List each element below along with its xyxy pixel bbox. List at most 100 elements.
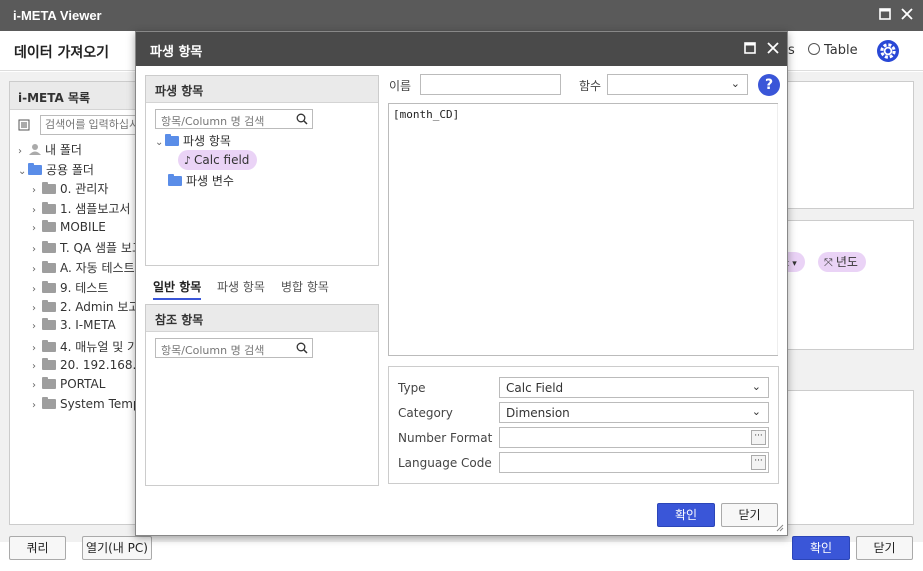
tree-item-my-folder[interactable]: › 내 폴더 <box>18 141 82 159</box>
derived-item-dialog: 파생 항목 파생 항목 항목/Column 명 검색 ⌄ 파생 항목 ♪ Calc … <box>135 31 788 536</box>
maximize-icon[interactable] <box>741 40 759 58</box>
chevron-right-icon[interactable]: › <box>18 146 28 157</box>
tree-item[interactable]: › 1. 샘플보고서 <box>32 200 130 218</box>
tree-item[interactable]: › T. QA 샘플 보고 <box>32 239 143 257</box>
chevron-right-icon[interactable]: › <box>32 264 42 275</box>
tree-label: T. QA 샘플 보고 <box>60 241 143 255</box>
chevron-down-icon: ⌄ <box>751 405 761 418</box>
chevron-down-icon[interactable]: ⌄ <box>155 137 165 148</box>
tree-label: 공용 폴더 <box>46 163 94 177</box>
more-icon[interactable]: ··· <box>751 455 766 470</box>
folder-icon <box>42 377 56 389</box>
chevron-right-icon[interactable]: › <box>32 223 42 234</box>
tree-item[interactable]: › PORTAL <box>32 377 105 395</box>
resize-handle-icon[interactable] <box>776 524 784 532</box>
language-code-input[interactable]: ··· <box>499 452 769 473</box>
chevron-right-icon[interactable]: › <box>32 343 42 354</box>
tab-derived[interactable]: 파생 항목 <box>217 278 265 295</box>
close-icon[interactable] <box>764 40 782 58</box>
dialog-confirm-button[interactable]: 확인 <box>657 503 715 527</box>
chevron-down-icon[interactable]: ⌄ <box>18 166 28 177</box>
select-value: Dimension <box>506 406 570 420</box>
dialog-title: 파생 항목 <box>150 45 203 60</box>
chevron-down-icon: ▾ <box>792 259 797 269</box>
tree-item-derived-var[interactable]: 파생 변수 <box>168 172 234 190</box>
name-label: 이름 <box>389 79 412 93</box>
tree-item-calc-field[interactable]: ♪ Calc field <box>178 150 258 170</box>
folder-icon <box>42 318 56 330</box>
prop-label: Type <box>398 381 426 395</box>
chevron-right-icon[interactable]: › <box>32 205 42 216</box>
open-local-button[interactable]: 열기(내 PC) <box>82 536 152 560</box>
confirm-button[interactable]: 확인 <box>792 536 850 560</box>
folder-icon <box>42 202 56 214</box>
tree-item-derived[interactable]: ⌄ 파생 항목 <box>155 132 231 150</box>
folder-icon <box>42 358 56 370</box>
list-search-input[interactable] <box>40 115 150 135</box>
chevron-right-icon[interactable]: › <box>32 380 42 391</box>
tab-merged[interactable]: 병합 항목 <box>281 278 329 295</box>
close-button[interactable]: 닫기 <box>856 536 913 560</box>
prop-label: Category <box>398 406 453 420</box>
tree-label: 내 폴더 <box>45 143 82 157</box>
background-panel-bottom <box>787 390 914 525</box>
close-icon[interactable] <box>898 6 916 24</box>
chevron-right-icon[interactable]: › <box>32 244 42 255</box>
list-view-icon[interactable] <box>18 119 30 131</box>
radio-option-s[interactable]: s <box>788 43 795 58</box>
tree-item[interactable]: › 2. Admin 보고... <box>32 298 151 316</box>
properties-box: Type Calc Field ⌄ Category Dimension ⌄ Num… <box>388 366 779 484</box>
help-icon[interactable]: ? <box>758 74 780 96</box>
query-button[interactable]: 쿼리 <box>9 536 66 560</box>
calc-field-icon: ⤧ <box>824 256 833 269</box>
radio-option-table[interactable]: Table <box>808 43 858 58</box>
tree-item-public-folder[interactable]: ⌄ 공용 폴더 <box>18 161 94 179</box>
function-select[interactable]: ⌄ <box>607 74 748 95</box>
chevron-down-icon: ⌄ <box>730 77 740 90</box>
window-titlebar: i-META Viewer <box>0 0 923 31</box>
tree-item[interactable]: › 3. I-META <box>32 318 116 336</box>
search-icon[interactable] <box>296 113 308 125</box>
tree-label: 0. 관리자 <box>60 182 109 196</box>
tree-label: 9. 테스트 <box>60 281 109 295</box>
reference-search-input[interactable]: 항목/Column 명 검색 <box>155 338 313 358</box>
chevron-right-icon[interactable]: › <box>32 400 42 411</box>
folder-icon <box>42 281 56 293</box>
tree-item[interactable]: › A. 자동 테스트 <box>32 259 135 277</box>
category-select[interactable]: Dimension ⌄ <box>499 402 769 423</box>
derived-search-input[interactable]: 항목/Column 명 검색 <box>155 109 313 129</box>
maximize-icon[interactable] <box>876 6 894 24</box>
folder-icon <box>42 182 56 194</box>
tab-general[interactable]: 일반 항목 <box>153 278 202 300</box>
tree-label: A. 자동 테스트 <box>60 261 135 275</box>
field-pill-year[interactable]: ⤧ 년도 <box>818 252 866 272</box>
chevron-down-icon: ⌄ <box>751 380 761 393</box>
chevron-right-icon[interactable]: › <box>32 303 42 314</box>
tree-label: 4. 매뉴얼 및 기 <box>60 340 139 354</box>
folder-icon <box>42 300 56 312</box>
tree-item[interactable]: › 9. 테스트 <box>32 279 108 297</box>
chevron-right-icon[interactable]: › <box>32 321 42 332</box>
reference-items-box: 참조 항목 항목/Column 명 검색 <box>145 304 379 486</box>
folder-icon <box>42 340 56 352</box>
chevron-right-icon[interactable]: › <box>32 185 42 196</box>
dialog-close-button[interactable]: 닫기 <box>721 503 778 527</box>
type-select[interactable]: Calc Field ⌄ <box>499 377 769 398</box>
search-icon[interactable] <box>296 342 308 354</box>
chevron-right-icon[interactable]: › <box>32 361 42 372</box>
tree-label: 1. 샘플보고서 <box>60 202 131 216</box>
more-icon[interactable]: ··· <box>751 430 766 445</box>
number-format-input[interactable]: ··· <box>499 427 769 448</box>
radio-circle[interactable] <box>808 43 820 55</box>
tree-item[interactable]: › 4. 매뉴얼 및 기 <box>32 338 138 356</box>
tree-item[interactable]: › System Templa <box>32 397 151 415</box>
prop-label: Number Format <box>398 431 493 445</box>
tree-item[interactable]: › 0. 관리자 <box>32 180 108 198</box>
chevron-right-icon[interactable]: › <box>32 284 42 295</box>
folder-icon <box>168 174 182 186</box>
radio-table-label: Table <box>824 43 858 58</box>
formula-editor[interactable]: [month_CD] <box>388 103 778 356</box>
gear-icon[interactable] <box>876 39 900 63</box>
tree-item[interactable]: › MOBILE <box>32 220 106 238</box>
name-input[interactable] <box>420 74 561 95</box>
